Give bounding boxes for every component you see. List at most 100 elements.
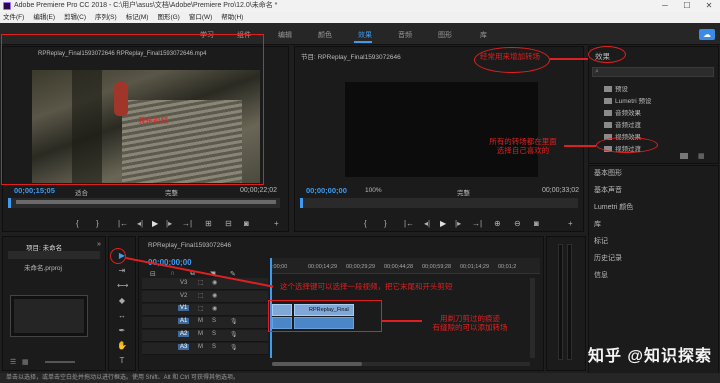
go-to-in-icon[interactable]: |← xyxy=(118,219,128,228)
menu-edit[interactable]: 编辑(E) xyxy=(33,12,55,23)
timeline-horizontal-scrollbar[interactable] xyxy=(272,362,530,366)
panel-markers[interactable]: 标记 xyxy=(594,236,608,246)
mute-button[interactable]: M xyxy=(198,344,203,350)
timeline-tab[interactable]: RPReplay_Final1593072646 xyxy=(148,242,231,249)
source-timecode-in[interactable]: 00;00;15;05 xyxy=(14,186,55,195)
sync-lock-icon[interactable]: ⬚ xyxy=(198,279,204,286)
type-tool-icon[interactable]: T xyxy=(117,356,127,366)
program-go-to-in-icon[interactable]: |← xyxy=(404,219,414,228)
program-step-back-icon[interactable]: ◂| xyxy=(424,219,430,228)
thumbnail-zoom-slider[interactable] xyxy=(45,361,75,363)
solo-button[interactable]: S xyxy=(212,331,216,337)
program-mark-out-icon[interactable]: } xyxy=(384,219,387,228)
extract-icon[interactable]: ⊖ xyxy=(514,219,521,228)
effects-item-audio-effects[interactable]: 音频效果 xyxy=(604,107,641,117)
workspace-color[interactable]: 颜色 xyxy=(318,30,332,40)
go-to-out-icon[interactable]: →| xyxy=(182,219,192,228)
nest-icon[interactable]: ⊟ xyxy=(150,270,156,278)
effects-item-presets[interactable]: 预设 xyxy=(604,83,628,93)
close-button[interactable]: ✕ xyxy=(698,0,720,12)
effects-search-input[interactable]: ⌕ xyxy=(592,67,714,77)
source-scrub-bar[interactable] xyxy=(8,198,280,208)
mute-button[interactable]: M xyxy=(198,331,203,337)
panel-essential-sound[interactable]: 基本声音 xyxy=(594,185,622,195)
microphone-icon[interactable]: 🎙 xyxy=(230,344,238,351)
timeline-ruler[interactable]: :00;00 00;00;14;29 00;00;29;29 00;00;44;… xyxy=(270,258,540,274)
solo-button[interactable]: S xyxy=(212,318,216,324)
track-select-tool-icon[interactable]: ⇥ xyxy=(117,266,127,276)
source-playhead[interactable] xyxy=(8,198,11,208)
effects-item-lumetri-presets[interactable]: Lumetri 预设 xyxy=(604,95,651,105)
mark-out-icon[interactable]: } xyxy=(96,219,99,228)
ripple-edit-tool-icon[interactable]: ⟷ xyxy=(117,281,128,291)
panel-info[interactable]: 信息 xyxy=(594,270,608,280)
program-play-icon[interactable]: ▶ xyxy=(440,219,446,228)
program-timecode-in[interactable]: 00;00;00;00 xyxy=(306,186,347,195)
sync-lock-icon[interactable]: ⬚ xyxy=(198,292,204,299)
list-view-icon[interactable]: ☰ xyxy=(10,358,16,366)
workspace-libraries[interactable]: 库 xyxy=(480,30,487,40)
pen-tool-icon[interactable]: ✒ xyxy=(117,326,127,336)
step-back-icon[interactable]: ◂| xyxy=(137,219,143,228)
menu-help[interactable]: 帮助(H) xyxy=(221,12,243,23)
program-go-to-out-icon[interactable]: →| xyxy=(472,219,482,228)
workspace-graphics[interactable]: 图形 xyxy=(438,30,452,40)
workspace-effects[interactable]: 效果 xyxy=(358,30,372,40)
program-quality-dropdown[interactable]: 完整 xyxy=(457,187,470,197)
solo-button[interactable]: S xyxy=(212,344,216,350)
microphone-icon[interactable]: 🎙 xyxy=(230,331,238,338)
maximize-button[interactable]: ☐ xyxy=(676,0,698,12)
timeline-vertical-scrollbar[interactable] xyxy=(530,278,535,358)
hand-tool-icon[interactable]: ✋ xyxy=(117,341,127,351)
microphone-icon[interactable]: 🎙 xyxy=(230,318,238,325)
scroll-thumb[interactable] xyxy=(272,362,362,366)
minimize-button[interactable]: ─ xyxy=(654,0,676,12)
icon-view-icon[interactable]: ▦ xyxy=(22,358,29,366)
expand-icon[interactable]: » xyxy=(97,241,101,248)
slip-tool-icon[interactable]: ↔ xyxy=(117,311,127,321)
menu-sequence[interactable]: 序列(S) xyxy=(95,12,117,23)
panel-lumetri-color[interactable]: Lumetri 颜色 xyxy=(594,202,633,212)
workspace-editing[interactable]: 编辑 xyxy=(278,30,292,40)
menu-graphics[interactable]: 图形(G) xyxy=(157,12,179,23)
mute-button[interactable]: M xyxy=(198,318,203,324)
menu-window[interactable]: 窗口(W) xyxy=(189,12,212,23)
insert-icon[interactable]: ⊞ xyxy=(205,219,212,228)
snap-icon[interactable]: ∩ xyxy=(170,270,175,277)
new-bin-icon[interactable] xyxy=(680,153,688,159)
panel-history[interactable]: 历史记录 xyxy=(594,253,622,263)
step-forward-icon[interactable]: |▸ xyxy=(166,219,172,228)
eye-icon[interactable]: ◉ xyxy=(212,292,217,299)
eye-icon[interactable]: ◉ xyxy=(212,279,217,286)
menu-clip[interactable]: 剪辑(C) xyxy=(64,12,86,23)
effects-item-audio-transitions[interactable]: 音频过渡 xyxy=(604,119,641,129)
menu-marker[interactable]: 标记(M) xyxy=(126,12,149,23)
add-control-icon[interactable]: + xyxy=(274,219,279,228)
source-quality-dropdown[interactable]: 完整 xyxy=(165,187,178,197)
eye-icon[interactable]: ◉ xyxy=(212,305,217,312)
mark-in-icon[interactable]: { xyxy=(76,219,79,228)
program-monitor-tab[interactable]: 节目: RPReplay_Final1593072646 xyxy=(301,51,401,61)
source-fit-dropdown[interactable]: 适合 xyxy=(75,187,88,197)
lift-icon[interactable]: ⊕ xyxy=(494,219,501,228)
program-scrub-bar[interactable] xyxy=(300,198,578,208)
sync-lock-icon[interactable]: ⬚ xyxy=(198,305,204,312)
project-clip-thumbnail[interactable] xyxy=(10,295,88,337)
program-zoom-dropdown[interactable]: 100% xyxy=(365,187,382,194)
export-frame-icon[interactable]: ◙ xyxy=(244,219,249,228)
play-icon[interactable]: ▶ xyxy=(152,219,158,228)
menu-file[interactable]: 文件(F) xyxy=(3,12,24,23)
program-mark-in-icon[interactable]: { xyxy=(364,219,367,228)
razor-tool-icon[interactable]: ◆ xyxy=(117,296,127,306)
panel-essential-graphics[interactable]: 基本图形 xyxy=(594,168,622,178)
workspace-audio[interactable]: 音频 xyxy=(398,30,412,40)
project-search-input[interactable] xyxy=(8,251,100,259)
program-add-control-icon[interactable]: + xyxy=(568,219,573,228)
cloud-sync-icon[interactable]: ☁ xyxy=(699,29,715,40)
program-export-frame-icon[interactable]: ◙ xyxy=(534,219,539,228)
program-step-forward-icon[interactable]: |▸ xyxy=(455,219,461,228)
panel-libraries[interactable]: 库 xyxy=(594,219,601,229)
delete-icon[interactable]: ▦ xyxy=(698,152,705,160)
overwrite-icon[interactable]: ⊟ xyxy=(225,219,232,228)
program-playhead[interactable] xyxy=(300,198,303,208)
